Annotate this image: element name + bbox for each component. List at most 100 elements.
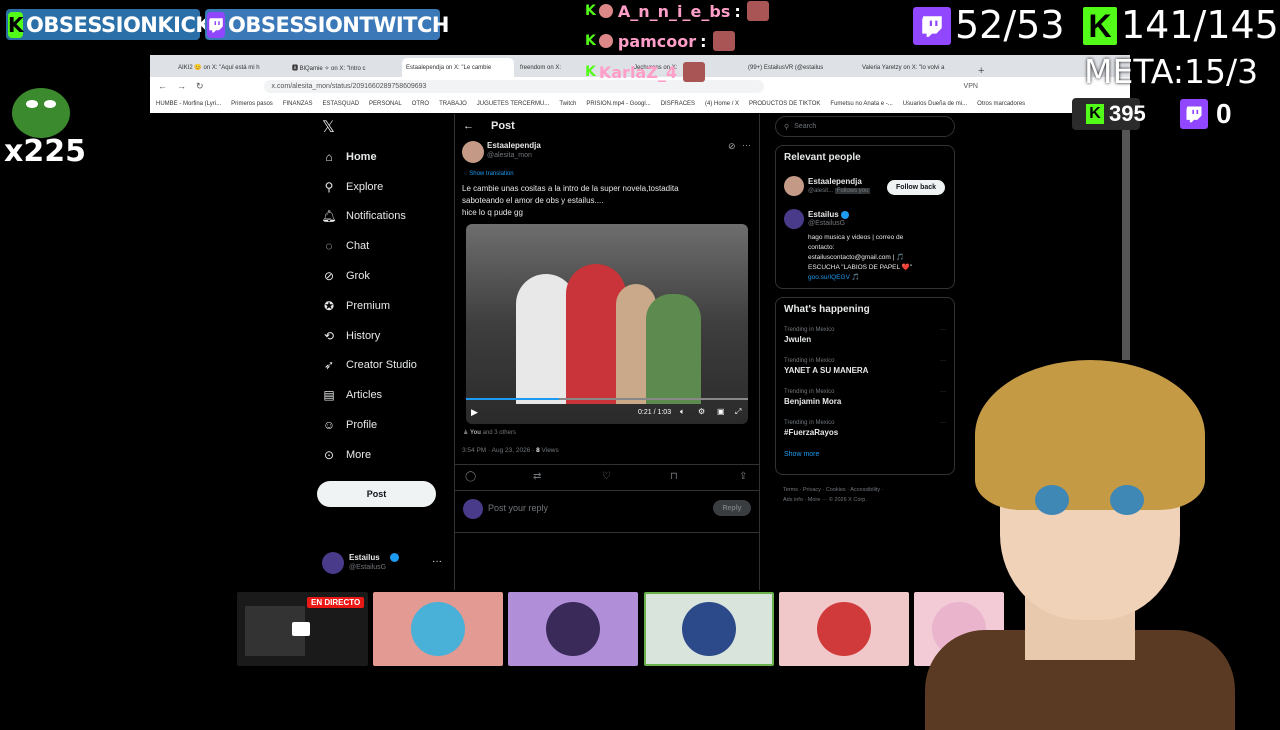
post-button[interactable]: Post [317, 481, 436, 507]
person-name[interactable]: Estaalependja [808, 177, 862, 186]
search-icon: ⚲ [784, 123, 790, 131]
more-icon[interactable]: ··· [940, 327, 946, 333]
follow-back-button[interactable]: Follow back [887, 180, 945, 195]
nav-history[interactable]: ⟲ History [312, 321, 452, 351]
bookmark-item[interactable]: PRISION.mp4 - Googl... [586, 101, 650, 107]
bookmark-folder[interactable]: DISFRACES [661, 101, 695, 107]
reply-icon[interactable]: ◯ [465, 471, 476, 482]
retweet-icon[interactable]: ⇄ [533, 471, 541, 482]
bookmark-folder[interactable]: PRODUCTOS DE TIKTOK [749, 101, 820, 107]
share-icon[interactable]: ⇪ [739, 471, 747, 482]
reply-input[interactable]: Post your reply [488, 503, 548, 513]
like-icon[interactable]: ♡ [602, 471, 611, 482]
bio-link[interactable]: goo.su/IQEGV 🎵 [808, 273, 912, 283]
bookmark-folder[interactable]: PERSONAL [369, 101, 402, 107]
x-logo-icon[interactable]: 𝕏 [322, 117, 335, 137]
nav-chat[interactable]: ◌ Chat [312, 231, 452, 261]
chat-message: K pamcoor : [585, 31, 735, 51]
vpn-badge[interactable]: VPN [964, 83, 978, 90]
volume-icon[interactable]: 🔈︎ [680, 407, 685, 417]
nav-profile[interactable]: ☺ Profile [312, 410, 452, 440]
bookmark-item[interactable]: Usuarios Dueña de mi... [903, 101, 967, 107]
person-name[interactable]: Estailus [808, 210, 839, 219]
back-arrow-icon[interactable]: ← [463, 120, 474, 132]
account-menu-icon[interactable]: ··· [432, 556, 442, 567]
bookmark-folder[interactable]: Otros marcadores [977, 101, 1025, 107]
bookmark-item[interactable]: HUMBE - Morfina (Lyri... [156, 101, 221, 107]
avatar[interactable] [462, 141, 484, 163]
person-handle: @EstailusG [808, 220, 846, 227]
bookmark-item[interactable]: Twitch [559, 101, 576, 107]
more-icon[interactable]: ··· [742, 140, 751, 150]
back-icon[interactable]: ← [158, 81, 167, 91]
kick-sub-count: 395 [1109, 101, 1146, 126]
liked-by[interactable]: ♟ You and 3 others [463, 429, 516, 436]
browser-tab[interactable]: 🅰 BlQamie ✧ on X: "Intro c [288, 58, 400, 77]
kick-small-icon: K [585, 3, 596, 19]
kick-goal-count: 141/145 [1121, 3, 1279, 47]
avatar [682, 602, 736, 656]
bookmark-folder[interactable]: FINANZAS [283, 101, 313, 107]
browser-tab[interactable]: Valeria Yaretzy on X: "lo volvi a [858, 58, 970, 77]
browser-tab[interactable]: (99+) EstailusVR (@estailus [744, 58, 856, 77]
avatar[interactable] [784, 176, 804, 196]
nav-home[interactable]: ⌂ Home [312, 142, 452, 172]
bookmark-folder[interactable]: ESTASQUAD [322, 101, 359, 107]
avatar [411, 602, 465, 656]
scrollbar[interactable] [1122, 130, 1130, 360]
emote-icon [682, 62, 705, 82]
play-icon[interactable]: ▶ [471, 407, 478, 418]
author-handle[interactable]: @alesita_mon [487, 152, 532, 159]
kick-icon: K [1086, 104, 1104, 124]
bookmark-item[interactable]: Primeros pasos [231, 101, 273, 107]
avatar [598, 34, 613, 48]
nav-articles[interactable]: ▤ Articles [312, 380, 452, 410]
bookmark-folder[interactable]: TRABAJO [439, 101, 467, 107]
streamer-tile[interactable] [779, 592, 909, 666]
nav-grok[interactable]: ⊘ Grok [312, 261, 452, 291]
bookmark-folder[interactable]: JUGUETES TERCERMU... [477, 101, 550, 107]
bookmark-item[interactable]: Fumetsu no Anata e -... [830, 101, 892, 107]
forward-icon[interactable]: → [177, 81, 186, 91]
card-title: What's happening [784, 304, 870, 315]
author-name[interactable]: Estaalependja [487, 141, 541, 150]
video-player[interactable]: ▶ 0:21 / 1:03 🔈︎ ⚙ ▣ ⤢ [466, 224, 748, 424]
grok-icon[interactable]: ⊘ [728, 141, 736, 152]
avatar[interactable] [322, 552, 344, 574]
nav-premium[interactable]: ✪ Premium [312, 291, 452, 321]
relevant-people-card: Relevant people Estaalependja @alesit...… [775, 145, 955, 289]
fullscreen-icon[interactable]: ⤢ [735, 407, 741, 417]
reload-icon[interactable]: ↻ [196, 81, 204, 92]
twitch-logo-icon [207, 11, 225, 38]
nav-creator-studio[interactable]: ➶ Creator Studio [312, 351, 452, 381]
pip-icon[interactable]: ▣ [717, 407, 725, 416]
reply-button[interactable]: Reply [713, 500, 751, 516]
settings-icon[interactable]: ⚙ [698, 407, 705, 416]
bookmark-folder[interactable]: OTRO [412, 101, 429, 107]
avatar[interactable] [784, 209, 804, 229]
new-tab-icon[interactable]: + [972, 65, 990, 77]
person-icon: ♟ [463, 430, 471, 436]
video-progress-fill [466, 398, 560, 400]
chat-message: K A_n_n_i_e_bs : [585, 1, 769, 21]
verified-icon [390, 553, 399, 562]
streamer-tile-selected[interactable] [644, 592, 774, 666]
bookmark-icon[interactable]: ⊓ [670, 471, 678, 482]
search-input[interactable]: ⚲ Search [775, 116, 955, 137]
trend-item[interactable]: Trending in Mexico Jwulen ··· [784, 327, 946, 358]
multiplier-label: x225 [4, 134, 86, 169]
streamer-tile[interactable] [508, 592, 638, 666]
browser-tab-active[interactable]: Estaalependja on X: "Le cambie [402, 58, 514, 77]
bookmark-item[interactable]: (4) Home / X [705, 101, 739, 107]
nav-notifications[interactable]: 🔔︎ Notifications [312, 202, 452, 232]
live-preview-tile[interactable]: EN DIRECTO [237, 592, 368, 666]
streamer-tile[interactable] [373, 592, 503, 666]
chat-username: KarlaZ_4 [598, 62, 677, 82]
nav-explore[interactable]: ⚲ Explore [312, 172, 452, 202]
video-progress-track[interactable] [466, 398, 748, 400]
costume-figure [646, 294, 701, 404]
nav-more[interactable]: ⊙ More [312, 440, 452, 470]
browser-tab[interactable]: AIKI2 😊 on X: "Aquí está mi h [174, 58, 286, 77]
show-translation-link[interactable]: ◌ Show translation [464, 171, 514, 177]
emote-icon [712, 31, 735, 51]
